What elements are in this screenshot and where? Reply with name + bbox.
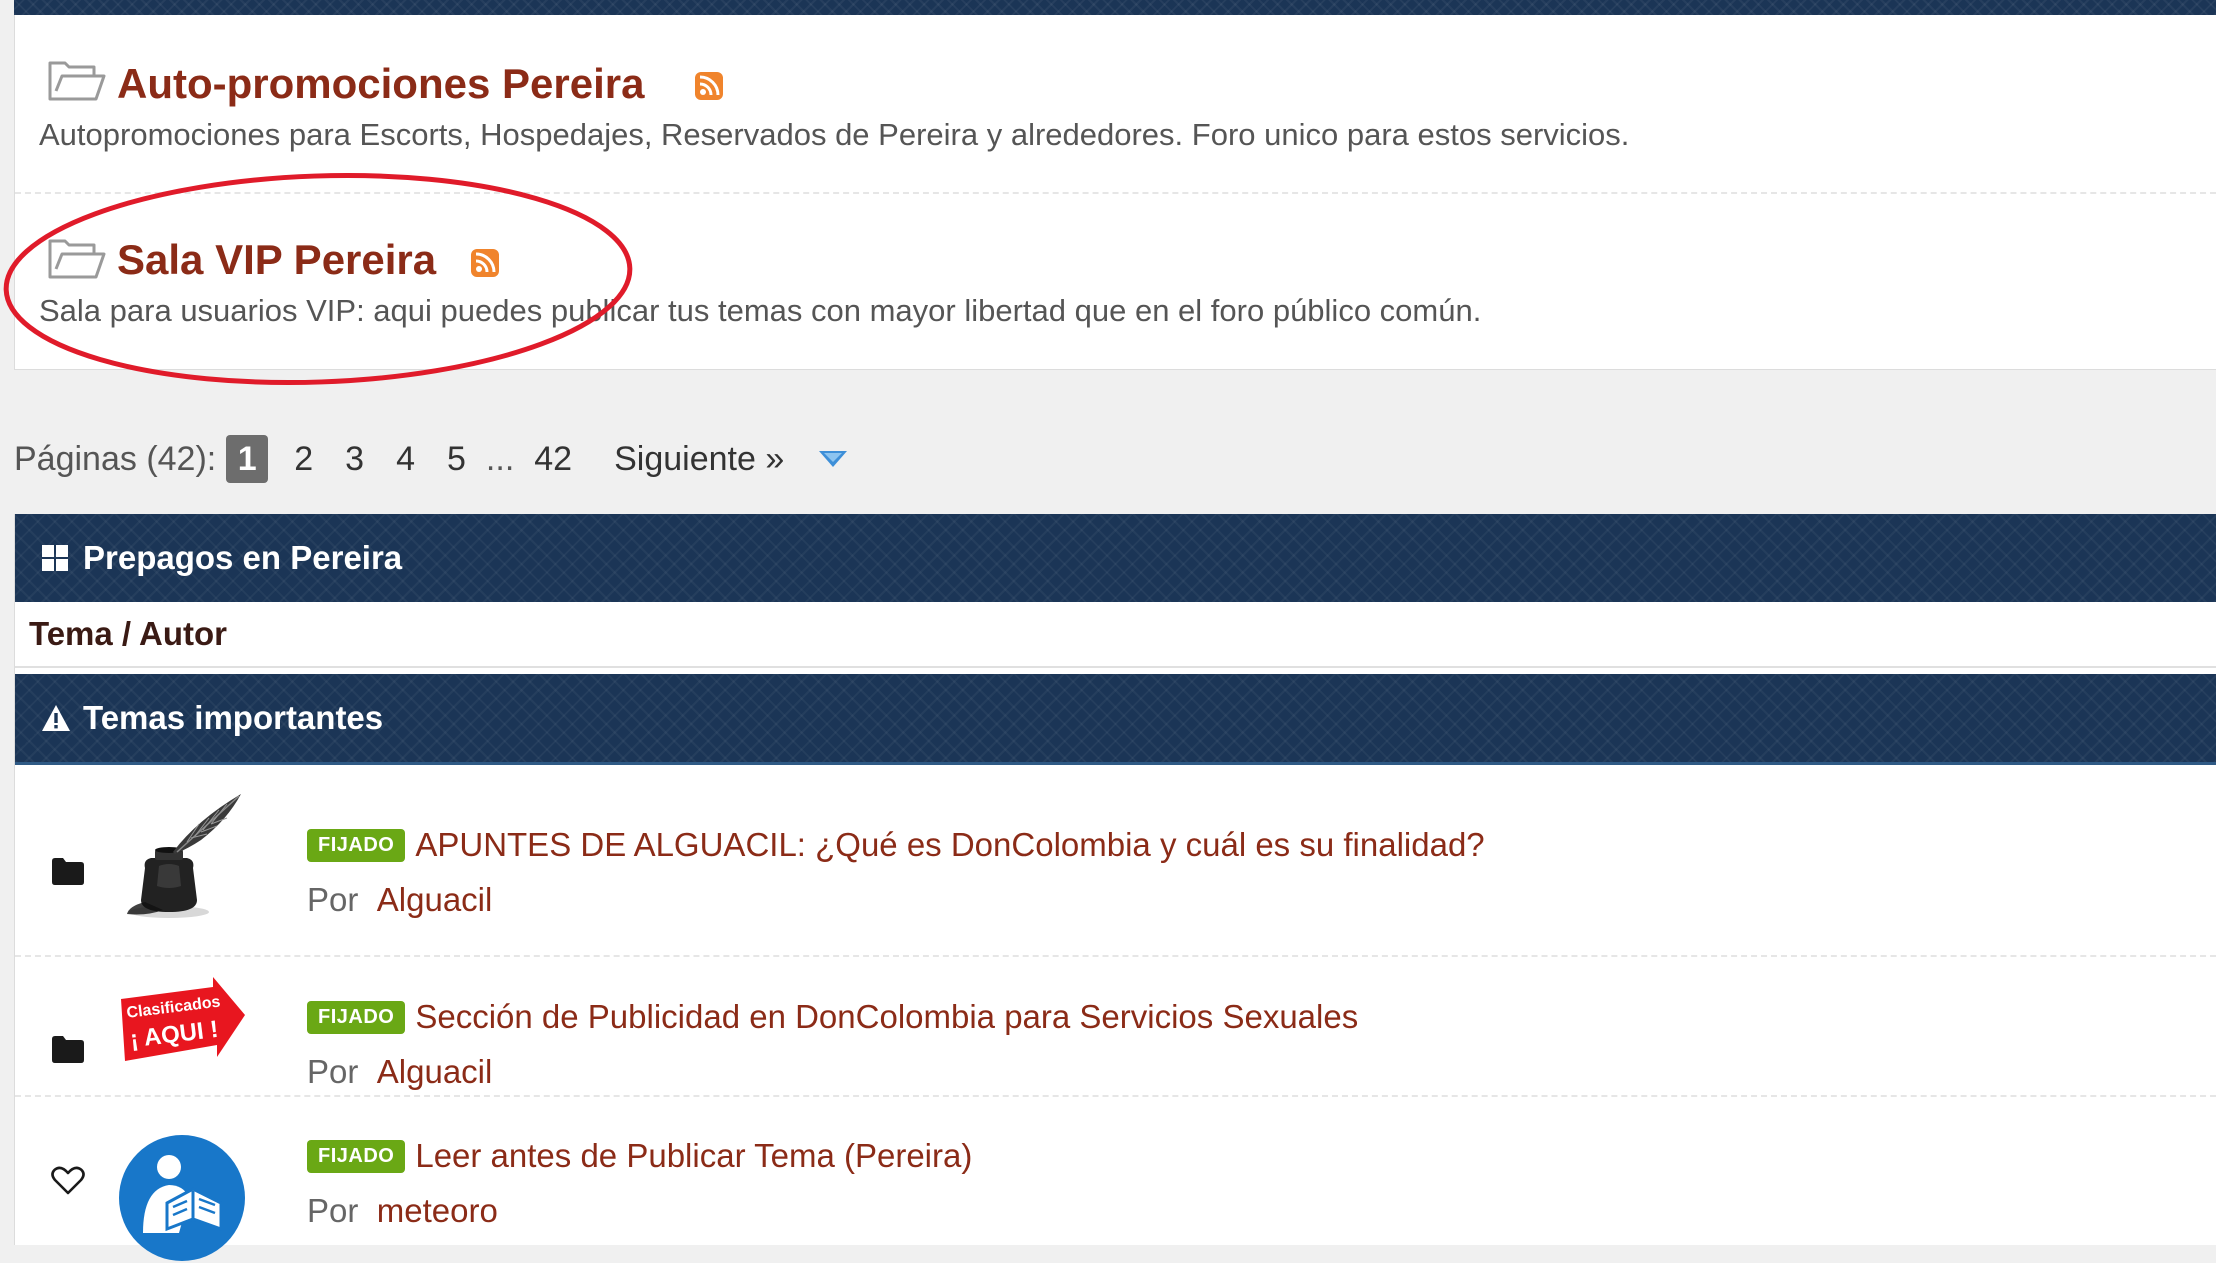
- quill-inkwell-avatar[interactable]: [117, 790, 247, 920]
- rss-feed-icon[interactable]: [471, 249, 499, 277]
- thread-row[interactable]: Clasificados ¡ AQUI ! FIJADO Sección de …: [15, 957, 2216, 1097]
- author-link[interactable]: meteoro: [377, 1192, 498, 1229]
- folder-open-icon: [48, 239, 106, 279]
- pagination-label: Páginas (42):: [14, 439, 217, 478]
- pagination-ellipsis: ...: [485, 439, 515, 478]
- pagination-last-page-link[interactable]: 42: [534, 440, 572, 479]
- thread-title-line: FIJADO APUNTES DE ALGUACIL: ¿Qué es DonC…: [307, 826, 1485, 864]
- page-wrapper: Auto-promociones Pereira Autopromociones…: [3, 0, 2216, 1261]
- pagination: Páginas (42): 1 2 3 4 5 ... 42 Siguiente…: [14, 433, 848, 485]
- by-label: Por: [307, 1053, 359, 1090]
- author-link[interactable]: Alguacil: [377, 1053, 493, 1090]
- thread-title-line: FIJADO Sección de Publicidad en DonColom…: [307, 998, 1358, 1036]
- thread-author-line: Por meteoro: [307, 1192, 498, 1230]
- thread-author-line: Por Alguacil: [307, 1053, 492, 1091]
- thread-title-link[interactable]: Leer antes de Publicar Tema (Pereira): [415, 1137, 972, 1175]
- folder-icon: [52, 1036, 84, 1063]
- pagination-page-link[interactable]: 5: [447, 440, 466, 479]
- subforum-list: Auto-promociones Pereira Autopromociones…: [14, 15, 2216, 370]
- grid-icon: [42, 545, 68, 571]
- pagination-page-link[interactable]: 3: [345, 440, 364, 479]
- thread-row[interactable]: FIJADO APUNTES DE ALGUACIL: ¿Qué es DonC…: [15, 764, 2216, 957]
- column-header-label: Tema / Autor: [29, 615, 228, 652]
- subforum-description: Sala para usuarios VIP: aqui puedes publ…: [39, 293, 1482, 328]
- important-threads-title: Temas importantes: [83, 699, 384, 736]
- subforum-row[interactable]: Auto-promociones Pereira Autopromociones…: [15, 15, 2216, 194]
- thread-title-link[interactable]: APUNTES DE ALGUACIL: ¿Qué es DonColombia…: [415, 826, 1484, 864]
- column-header: Tema / Autor: [15, 602, 2216, 668]
- sticky-badge: FIJADO: [307, 1000, 406, 1034]
- by-label: Por: [307, 1192, 359, 1229]
- subforum-row[interactable]: Sala VIP Pereira Sala para usuarios VIP:…: [15, 194, 2216, 370]
- category-title: Prepagos en Pereira: [83, 539, 403, 576]
- sticky-badge: FIJADO: [307, 1139, 406, 1173]
- reader-avatar[interactable]: [117, 1133, 247, 1263]
- folder-icon: [52, 858, 84, 885]
- subforum-description: Autopromociones para Escorts, Hospedajes…: [39, 117, 1630, 152]
- pagination-page-link[interactable]: 4: [396, 440, 415, 479]
- sticky-badge: FIJADO: [307, 828, 406, 862]
- important-threads-header: Temas importantes: [15, 674, 2216, 765]
- category-header: Prepagos en Pereira: [15, 514, 2216, 602]
- thread-title-line: FIJADO Leer antes de Publicar Tema (Pere…: [307, 1137, 972, 1175]
- by-label: Por: [307, 881, 359, 918]
- top-header-strip: [14, 0, 2216, 15]
- heart-icon: [51, 1166, 85, 1195]
- author-link[interactable]: Alguacil: [377, 881, 493, 918]
- thread-row[interactable]: FIJADO Leer antes de Publicar Tema (Pere…: [15, 1097, 2216, 1261]
- folder-open-icon: [48, 61, 106, 101]
- thread-list: Prepagos en Pereira Tema / Autor Temas i…: [14, 514, 2216, 1261]
- jump-to-page-dropdown-icon[interactable]: [818, 448, 848, 470]
- pagination-next-link[interactable]: Siguiente »: [614, 440, 784, 479]
- pagination-page-link[interactable]: 2: [294, 440, 313, 479]
- subforum-title-link[interactable]: Auto-promociones Pereira: [117, 63, 644, 105]
- subforum-title-link[interactable]: Sala VIP Pereira: [117, 239, 436, 281]
- pagination-current-page: 1: [226, 435, 269, 483]
- warning-icon: [42, 705, 70, 731]
- rss-feed-icon[interactable]: [695, 72, 723, 100]
- thread-author-line: Por Alguacil: [307, 881, 492, 919]
- thread-title-link[interactable]: Sección de Publicidad en DonColombia par…: [415, 998, 1358, 1036]
- clasificados-aqui-avatar[interactable]: Clasificados ¡ AQUI !: [117, 977, 247, 1067]
